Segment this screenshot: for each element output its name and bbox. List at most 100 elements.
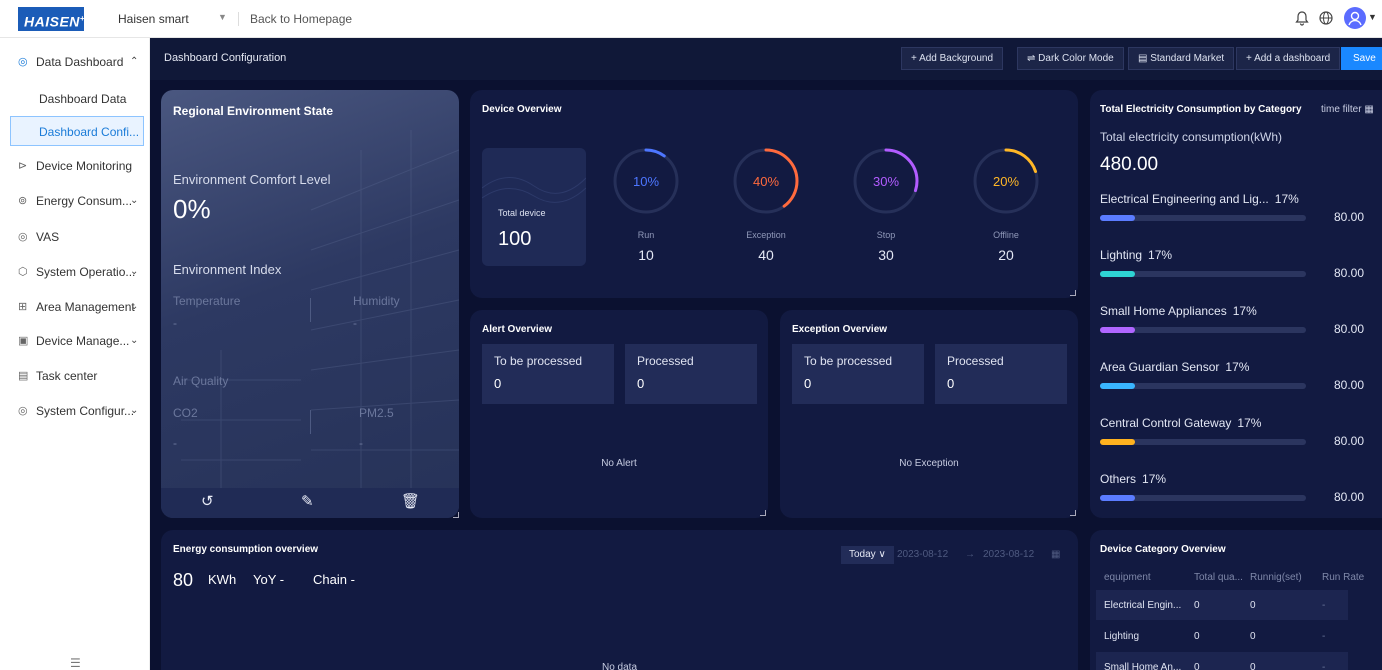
category-percent: 17%: [1237, 416, 1262, 430]
card-title: Regional Environment State: [173, 104, 334, 118]
sidebar: ◎ Data Dashboard ⌃ Dashboard Data Dashbo…: [0, 38, 150, 670]
empty-message: No Alert: [601, 458, 637, 469]
sidebar-item-data-dashboard[interactable]: ◎ Data Dashboard ⌃: [0, 46, 150, 78]
standard-market-button[interactable]: ▤ Standard Market: [1128, 47, 1235, 70]
undo-icon[interactable]: ↺: [201, 492, 214, 510]
dashboard-icon: ◎: [18, 56, 28, 68]
avatar-caret-icon[interactable]: ▼: [1368, 12, 1377, 22]
back-to-homepage-link[interactable]: Back to Homepage: [250, 12, 352, 26]
system-icon: ⬡: [18, 266, 28, 278]
bell-icon[interactable]: [1294, 10, 1310, 26]
card-title: Total Electricity Consumption by Categor…: [1100, 104, 1302, 115]
category-progress-fill: [1100, 495, 1135, 501]
add-dashboard-button[interactable]: + Add a dashboard: [1236, 47, 1341, 70]
trash-icon[interactable]: 🗑: [401, 492, 420, 510]
sidebar-item-device-management[interactable]: ▣ Device Manage... ⌄: [0, 325, 150, 357]
exception-percent: 40%: [752, 174, 780, 189]
column-header: Run Rate: [1322, 572, 1365, 583]
date-end[interactable]: 2023-08-12: [983, 549, 1034, 560]
table-cell: 0: [1194, 600, 1200, 611]
category-name: Lighting: [1100, 248, 1143, 262]
exception-label: Exception: [746, 230, 786, 240]
sidebar-item-energy[interactable]: ⊚ Energy Consum... ⌄: [0, 185, 150, 217]
caret-down-icon[interactable]: ▼: [218, 12, 227, 22]
category-progress-fill: [1100, 327, 1135, 333]
edit-icon[interactable]: ✎: [301, 492, 314, 510]
sidebar-item-task-center[interactable]: ▤ Task center: [0, 360, 150, 392]
collapse-menu-icon[interactable]: ☰: [70, 656, 81, 670]
category-progress-track: [1100, 383, 1306, 389]
save-button[interactable]: Save: [1341, 47, 1382, 70]
resize-handle[interactable]: [1070, 290, 1076, 296]
table-cell: 0: [1194, 662, 1200, 670]
date-start[interactable]: 2023-08-12: [897, 549, 948, 560]
energy-value: 80: [173, 570, 194, 590]
category-label: Area Guardian Sensor 17%: [1100, 360, 1249, 374]
stop-percent: 30%: [872, 174, 900, 189]
sidebar-item-label: VAS: [36, 230, 60, 244]
stat-value: 0: [947, 376, 955, 391]
co2-label: CO2: [173, 406, 198, 420]
electricity-consumption-card[interactable]: Total Electricity Consumption by Categor…: [1090, 90, 1382, 518]
alert-overview-card[interactable]: Alert Overview To be processed 0 Process…: [470, 310, 768, 518]
total-device-label: Total device: [498, 208, 546, 218]
category-value: 80.00: [1334, 490, 1365, 504]
stat-label: To be processed: [494, 354, 583, 368]
sidebar-item-area-management[interactable]: ⊞ Area Management ⌄: [0, 291, 150, 323]
total-consumption-label: Total electricity consumption(kWh): [1100, 130, 1283, 144]
chain-value: Chain -: [313, 572, 355, 587]
tenant-selector[interactable]: Haisen smart: [118, 12, 189, 26]
divider: [310, 410, 311, 434]
run-value: 10: [638, 247, 654, 263]
chevron-down-icon: ⌄: [130, 195, 139, 206]
add-background-button[interactable]: + Add Background: [901, 47, 1004, 70]
haisen-logo[interactable]: HAISEN+: [18, 7, 85, 31]
exception-value: 40: [758, 247, 774, 263]
category-progress-track: [1100, 215, 1306, 221]
category-progress-fill: [1100, 383, 1135, 389]
category-percent: 17%: [1142, 472, 1167, 486]
category-name: Small Home Appliances: [1100, 304, 1227, 318]
sidebar-item-label: Device Manage...: [36, 334, 130, 348]
column-header: equipment: [1104, 572, 1151, 583]
sidebar-item-system-operation[interactable]: ⬡ System Operatio... ⌄: [0, 256, 150, 288]
table-row: Lighting 0 0 -: [1096, 621, 1348, 651]
sidebar-item-label: System Configur...: [36, 404, 135, 418]
card-title: Energy consumption overview: [173, 544, 319, 555]
config-toolbar: Dashboard Configuration + Add Background…: [150, 38, 1382, 80]
regional-environment-card[interactable]: Regional Environment State Environment C…: [161, 90, 459, 518]
period-select[interactable]: Today ∨: [841, 546, 894, 564]
stat-label: To be processed: [804, 354, 893, 368]
card-title: Device Category Overview: [1100, 544, 1226, 555]
resize-handle[interactable]: [1070, 510, 1076, 516]
sidebar-item-dashboard-data[interactable]: Dashboard Data: [10, 83, 144, 113]
pm25-label: PM2.5: [359, 406, 394, 420]
user-avatar-icon[interactable]: [1344, 7, 1366, 29]
divider: [310, 298, 311, 322]
sidebar-item-label: Task center: [36, 369, 98, 383]
category-label: Central Control Gateway 17%: [1100, 416, 1261, 430]
device-category-card[interactable]: Device Category Overview equipment Total…: [1090, 530, 1382, 670]
dark-mode-button[interactable]: ⇌ Dark Color Mode: [1017, 47, 1124, 70]
sidebar-item-dashboard-config[interactable]: Dashboard Confi...: [10, 116, 144, 146]
category-progress-fill: [1100, 439, 1135, 445]
calendar-icon[interactable]: ▦: [1051, 549, 1060, 560]
exception-overview-card[interactable]: Exception Overview To be processed 0 Pro…: [780, 310, 1078, 518]
logo-text: HAISEN: [24, 13, 80, 30]
vas-icon: ◎: [18, 231, 28, 243]
table-cell: Electrical Engin...: [1104, 600, 1182, 611]
globe-icon[interactable]: [1318, 10, 1334, 26]
stat-label: Processed: [637, 354, 694, 368]
category-label: Small Home Appliances 17%: [1100, 304, 1257, 318]
resize-handle[interactable]: [453, 512, 459, 518]
chevron-down-icon: ⌄: [130, 301, 139, 312]
resize-handle[interactable]: [760, 510, 766, 516]
sidebar-item-system-config[interactable]: ◎ System Configur... ⌄: [0, 395, 150, 427]
column-header: Total qua...: [1194, 572, 1243, 583]
device-overview-card[interactable]: Device Overview Total device 100 10% Run…: [470, 90, 1078, 298]
chevron-up-icon: ⌃: [130, 56, 139, 67]
energy-overview-card[interactable]: Energy consumption overview 80 KWh YoY -…: [161, 530, 1078, 670]
time-filter-button[interactable]: time filter ▦: [1321, 104, 1374, 115]
sidebar-item-device-monitoring[interactable]: ⊳ Device Monitoring: [0, 150, 150, 182]
sidebar-item-vas[interactable]: ◎ VAS: [0, 221, 150, 253]
